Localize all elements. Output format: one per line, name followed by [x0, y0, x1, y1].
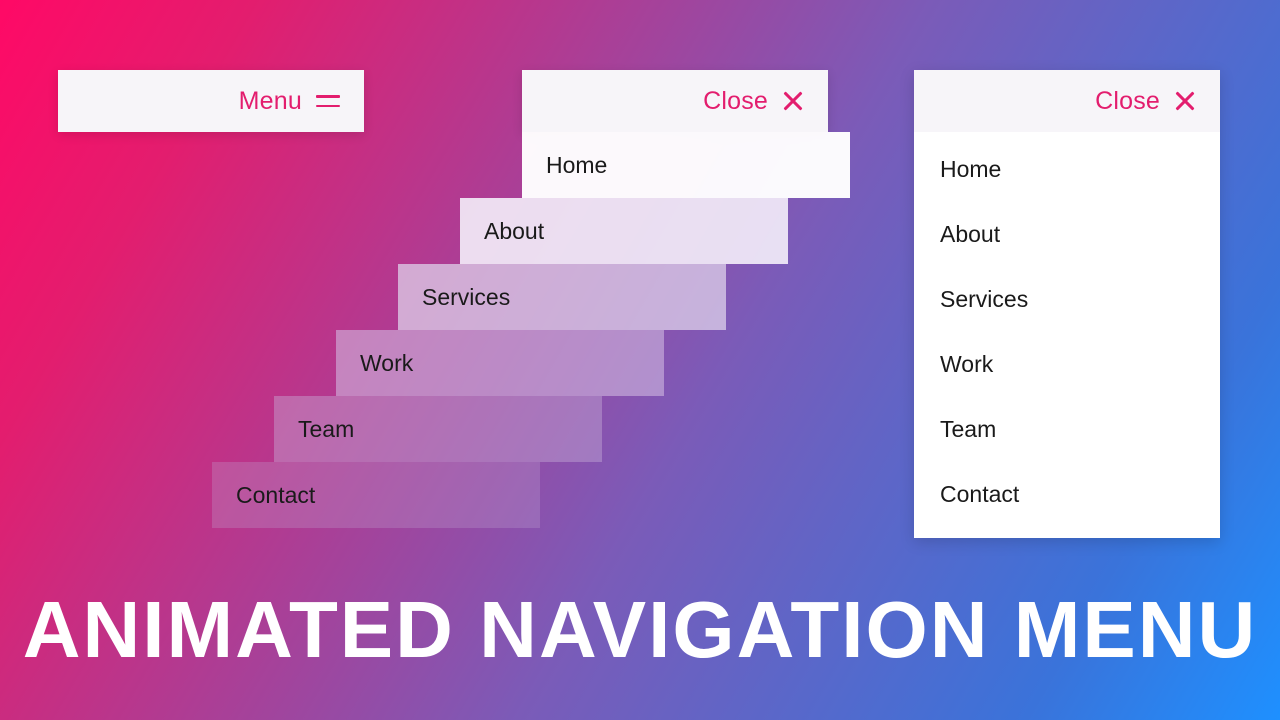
- nav-item-about[interactable]: About: [940, 221, 1194, 248]
- menu-panel-animating: Close Home About Services Work Team Cont…: [522, 70, 828, 132]
- nav-item-contact[interactable]: Contact: [940, 481, 1194, 508]
- nav-item-contact[interactable]: Contact: [212, 462, 540, 528]
- nav-item-home[interactable]: Home: [940, 156, 1194, 183]
- nav-item-work[interactable]: Work: [940, 351, 1194, 378]
- nav-item-home[interactable]: Home: [522, 132, 850, 198]
- nav-item-services[interactable]: Services: [398, 264, 726, 330]
- menu-panel-open: Close Home About Services Work Team Cont…: [914, 70, 1220, 538]
- page-title: ANIMATED NAVIGATION MENU: [0, 584, 1280, 676]
- nav-item-about[interactable]: About: [460, 198, 788, 264]
- close-icon: [1174, 90, 1196, 112]
- menu-toggle-close[interactable]: Close: [522, 70, 828, 132]
- menu-toggle-close[interactable]: Close: [914, 70, 1220, 132]
- nav-item-work[interactable]: Work: [336, 330, 664, 396]
- menu-toggle-open[interactable]: Menu: [58, 70, 364, 132]
- menu-open-label: Menu: [239, 87, 302, 116]
- nav-item-services[interactable]: Services: [940, 286, 1194, 313]
- nav-item-team[interactable]: Team: [274, 396, 602, 462]
- hamburger-icon: [316, 95, 340, 107]
- nav-item-team[interactable]: Team: [940, 416, 1194, 443]
- nav-list: Home About Services Work Team Contact: [914, 132, 1220, 538]
- menu-close-label: Close: [703, 87, 768, 116]
- menu-panel-closed: Menu: [58, 70, 364, 132]
- close-icon: [782, 90, 804, 112]
- menu-close-label: Close: [1095, 87, 1160, 116]
